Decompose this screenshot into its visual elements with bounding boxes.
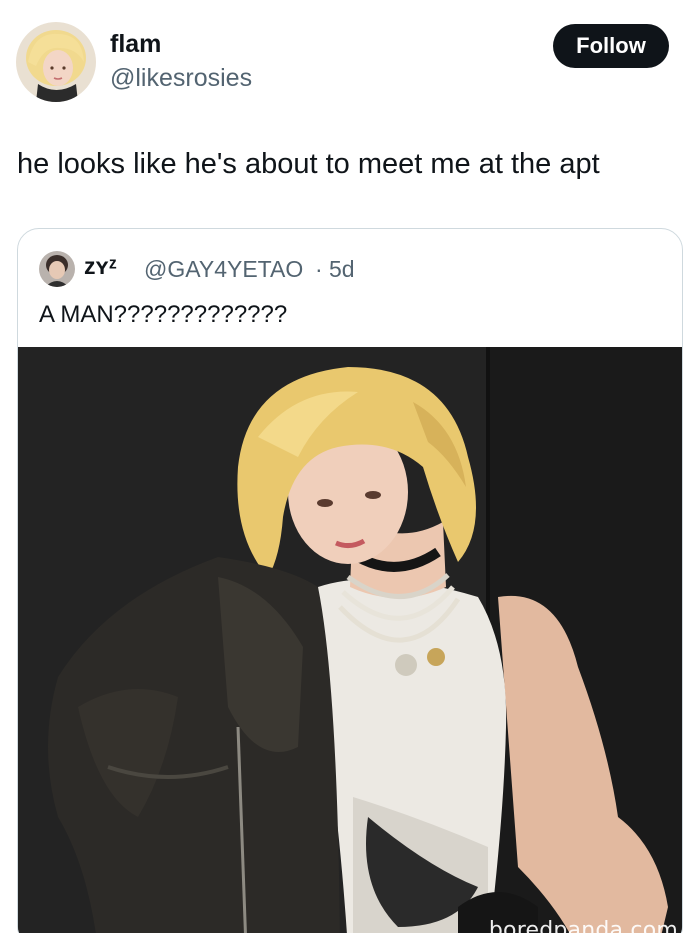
follow-button[interactable]: Follow xyxy=(553,24,669,68)
quoted-tweet-photo[interactable]: boredpanda.com xyxy=(18,347,682,933)
tweet-text: he looks like he's about to meet me at t… xyxy=(17,148,600,180)
quoted-tweet-text: A MAN????????????? xyxy=(39,301,288,328)
quoted-author-avatar-image xyxy=(39,251,75,287)
watermark-text: boredpanda.com xyxy=(488,918,678,933)
quoted-author-handle[interactable]: @GAY4YETAO xyxy=(144,256,303,283)
quoted-timestamp[interactable]: 5d xyxy=(329,256,355,283)
quoted-separator: · xyxy=(315,256,323,282)
quoted-tweet-card[interactable]: zʏᶻ @GAY4YETAO · 5d A MAN????????????? b… xyxy=(17,228,683,933)
author-name[interactable]: flam xyxy=(110,30,161,59)
author-avatar-image xyxy=(16,22,96,102)
author-avatar[interactable] xyxy=(16,22,96,102)
quoted-author-avatar[interactable] xyxy=(39,251,75,287)
tweet: flam @likesrosies Follow he looks like h… xyxy=(0,0,700,933)
photo-illustration xyxy=(18,347,682,933)
author-handle[interactable]: @likesrosies xyxy=(110,64,252,93)
quoted-author-name[interactable]: zʏᶻ xyxy=(84,253,117,280)
